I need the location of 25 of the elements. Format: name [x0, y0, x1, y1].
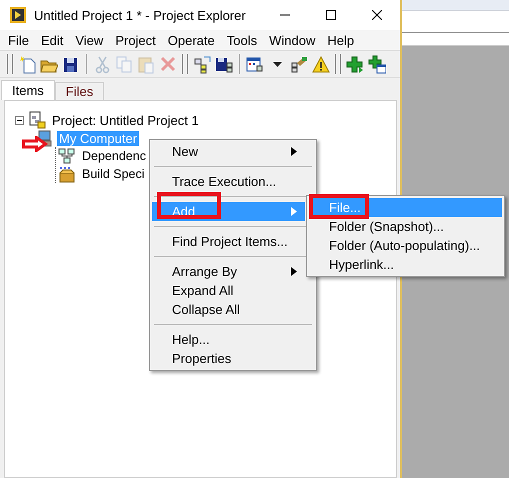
menu-item[interactable]: Find Project Items...	[152, 232, 305, 251]
menu-item[interactable]: Edit	[34, 32, 70, 48]
menu-item[interactable]: Properties	[152, 349, 305, 368]
tree-item[interactable]: Project: Untitled Project 1	[50, 112, 201, 128]
tree-item[interactable]: Dependenc	[80, 149, 148, 163]
tab[interactable]: Items	[1, 80, 55, 100]
menu-item[interactable]: View	[69, 32, 110, 48]
menu-item[interactable]: Project	[109, 32, 162, 48]
tree-item[interactable]: Build Speci	[80, 167, 147, 181]
menu-item[interactable]: New	[152, 142, 305, 161]
menu-item[interactable]: File	[2, 32, 35, 48]
tab[interactable]: Files	[54, 82, 104, 100]
menu-item[interactable]: Folder (Snapshot)...	[309, 217, 502, 236]
menu-item[interactable]: Expand All	[152, 281, 305, 300]
menu-item[interactable]: Help	[321, 32, 360, 48]
menu-item[interactable]: Trace Execution...	[152, 172, 305, 191]
menu-item[interactable]: Folder (Auto-populating)...	[309, 236, 502, 255]
menu-item[interactable]: Operate	[162, 32, 221, 48]
window-title: Untitled Project 1 * - Project Explorer	[34, 8, 247, 22]
menu-item[interactable]: Help...	[152, 330, 305, 349]
menu-item[interactable]: Tools	[220, 32, 264, 48]
menu-item[interactable]: Hyperlink...	[309, 255, 502, 274]
menu-item[interactable]: Window	[263, 32, 322, 48]
menu-item[interactable]: Collapse All	[152, 300, 305, 319]
menu-item[interactable]: Arrange By	[152, 262, 305, 281]
